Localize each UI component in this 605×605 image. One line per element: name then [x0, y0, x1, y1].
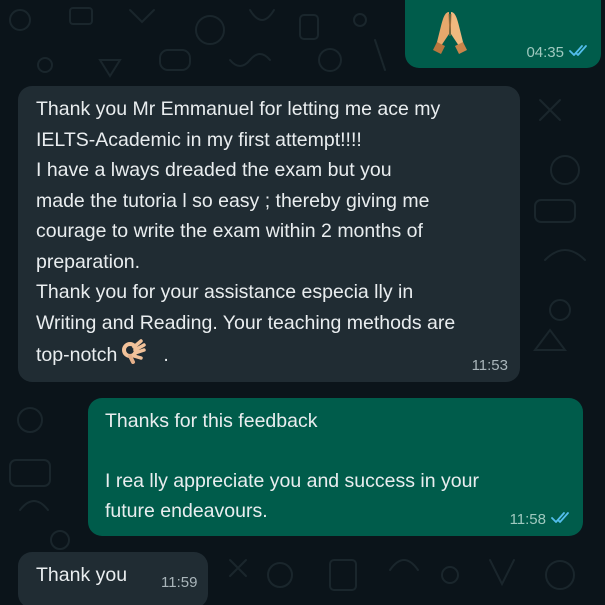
message-bubble-outgoing[interactable]: Thanks for this feedback I rea lly appre…	[88, 398, 583, 536]
message-time: 11:58	[509, 511, 546, 528]
message-text-line: top-notch .	[36, 338, 506, 374]
message-meta: 04:35	[526, 44, 589, 61]
message-time: 11:59	[161, 574, 198, 591]
message-text-fragment: .	[163, 343, 169, 366]
message-text-line: made the tutoria l so easy ; thereby giv…	[36, 189, 430, 212]
message-meta: 11:59	[161, 574, 197, 591]
message-meta: 11:58	[510, 511, 571, 528]
message-text-fragment: top-notch	[36, 343, 118, 366]
message-time: 04:35	[526, 44, 564, 61]
chat-area[interactable]: 04:35 Thank you Mr Emmanuel for letting …	[0, 0, 605, 605]
message-text-line: future endeavours.	[105, 500, 268, 522]
message-text-line: Thank you for your assistance especia ll…	[36, 281, 414, 303]
message-meta: 11:53	[472, 357, 508, 374]
message-text-line: courage to write the exam within 2 month…	[36, 220, 423, 242]
message-bubble-outgoing[interactable]: 04:35	[405, 0, 601, 68]
message-bubble-incoming[interactable]: Thank you Mr Emmanuel for letting me ace…	[18, 86, 520, 382]
read-ticks-icon	[551, 511, 571, 528]
message-bubble-incoming[interactable]: Thank you 11:59	[18, 552, 208, 605]
message-text-line: preparation.	[36, 250, 141, 273]
message-text-line: Thanks for this feedback	[105, 410, 318, 432]
message-text-line: Writing and Reading. Your teaching metho…	[36, 311, 456, 334]
message-time: 11:53	[471, 357, 508, 374]
folded-hands-emoji-icon	[429, 8, 471, 63]
read-ticks-icon	[569, 44, 589, 61]
ok-hand-emoji-icon	[121, 338, 147, 374]
message-text-line: Thank you Mr Emmanuel for letting me ace…	[36, 98, 441, 120]
message-text-line: I rea lly appreciate you and success in …	[105, 470, 479, 492]
message-text-line	[105, 436, 567, 466]
message-text-line: I have a lways dreaded the exam but you	[36, 159, 392, 181]
message-text-line: IELTS-Academic in my first attempt!!!!	[36, 128, 362, 151]
